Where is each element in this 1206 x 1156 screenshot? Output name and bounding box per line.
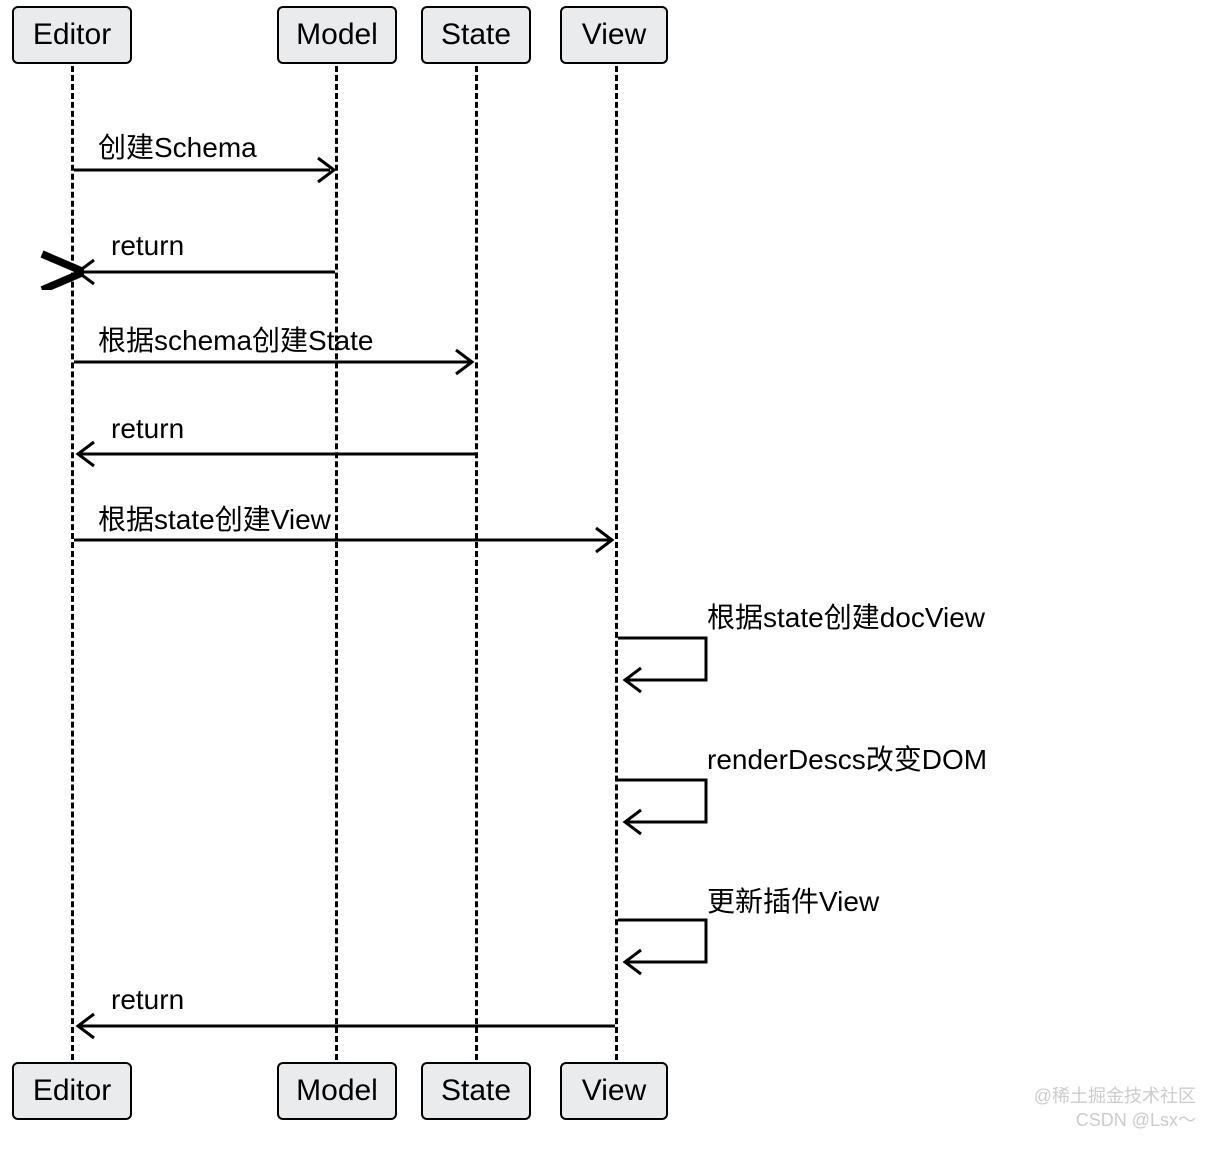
- msg-create-view: 根据state创建View: [98, 498, 331, 538]
- lifeline-editor: [71, 66, 74, 1060]
- participant-editor-top: Editor: [12, 6, 132, 64]
- participant-state-bottom: State: [421, 1062, 531, 1120]
- msg-create-schema: 创建Schema: [98, 126, 257, 166]
- watermark-line2: CSDN @Lsx～: [1076, 1106, 1196, 1132]
- arrows-svg: [0, 0, 1206, 1156]
- lifeline-view: [615, 66, 618, 1060]
- participant-model-bottom: Model: [277, 1062, 397, 1120]
- watermark-line1: @稀土掘金技术社区: [1034, 1082, 1196, 1108]
- msg-create-state: 根据schema创建State: [98, 319, 373, 359]
- participant-state-top: State: [421, 6, 531, 64]
- lifeline-model: [335, 66, 338, 1060]
- msg-render-descs: renderDescs改变DOM: [707, 738, 987, 778]
- msg-create-docview: 根据state创建docView: [707, 596, 985, 636]
- msg-return-1: return: [111, 230, 184, 262]
- lifeline-state: [475, 66, 478, 1060]
- participant-view-bottom: View: [560, 1062, 668, 1120]
- msg-update-plugin: 更新插件View: [707, 880, 879, 920]
- participant-view-top: View: [560, 6, 668, 64]
- participant-model-top: Model: [277, 6, 397, 64]
- msg-return-3: return: [111, 984, 184, 1016]
- msg-return-2: return: [111, 413, 184, 445]
- participant-editor-bottom: Editor: [12, 1062, 132, 1120]
